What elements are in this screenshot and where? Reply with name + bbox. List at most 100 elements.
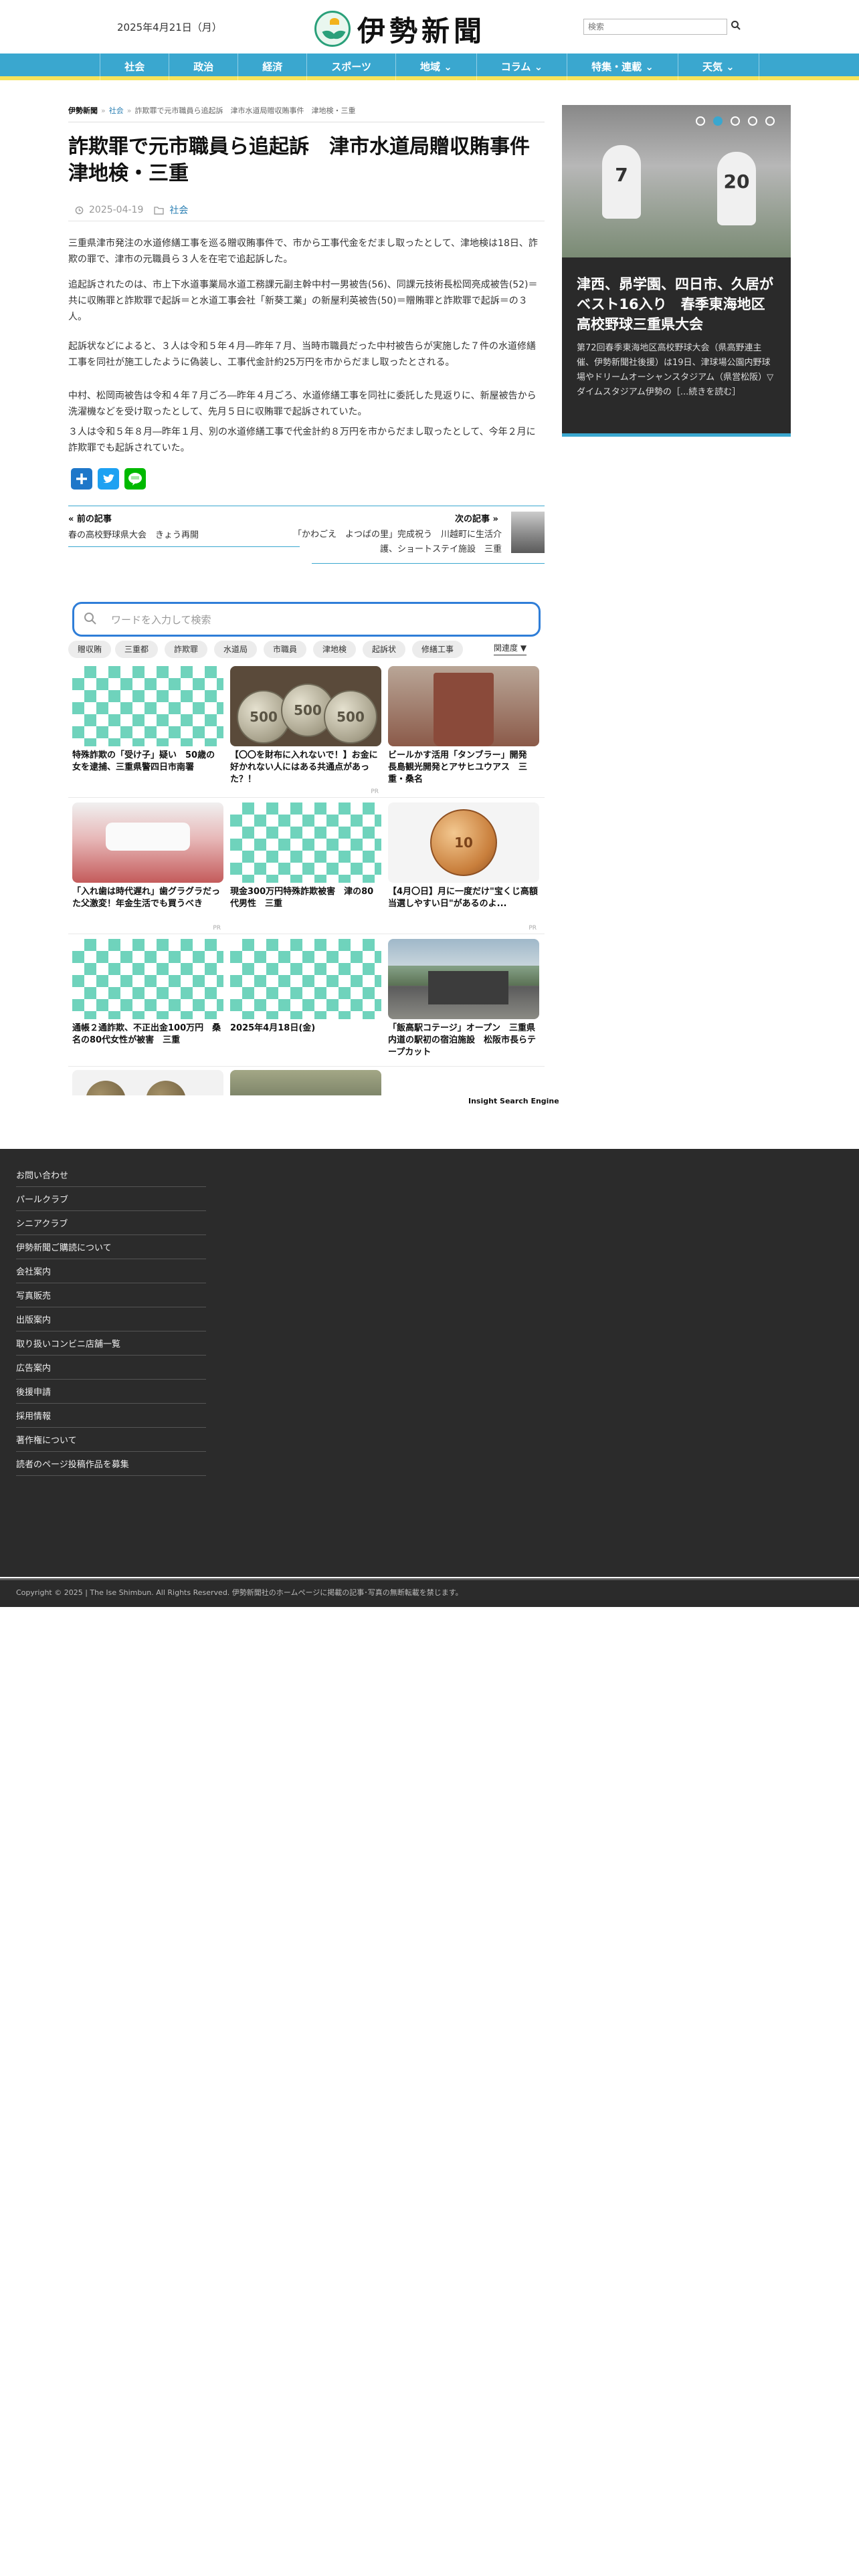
tag-chip[interactable]: 起訴状 xyxy=(363,641,406,658)
result-title: 特殊詐欺の「受け子」疑い 50歳の女を逮捕、三重県警四日市南署 xyxy=(72,750,215,772)
sponsor-label: PR xyxy=(529,925,537,932)
result-title: 現金300万円特殊詐欺被害 津の80代男性 三重 xyxy=(230,887,374,909)
result-card[interactable]: 「飯高駅コテージ」オープン 三重県内道の駅初の宿泊施設 松阪市長らテープカット xyxy=(388,939,539,1059)
addtoany-icon[interactable] xyxy=(71,468,92,490)
result-card[interactable]: 現金300万円特殊詐欺被害 津の80代男性 三重 xyxy=(230,802,381,922)
insight-search-engine-credit[interactable]: Insight Search Engine xyxy=(468,1097,559,1105)
search-icon xyxy=(84,613,96,625)
tumbler-image xyxy=(388,666,539,746)
dentures-image xyxy=(72,802,223,883)
date-text: 2025年4月21日（月） xyxy=(117,21,222,33)
sponsor-label: PR xyxy=(213,925,221,932)
tag-chip[interactable]: 贈収賄 xyxy=(68,641,112,658)
clock-icon xyxy=(75,206,84,214)
nav-item-society[interactable]: 社会 xyxy=(100,53,170,80)
coin: 10 xyxy=(430,809,497,876)
nav-item-politics[interactable]: 政治 xyxy=(169,53,239,80)
main-nav: 社会 政治 経済 スポーツ 地域 ⌄ コラム ⌄ 特集・連載 ⌄ 天気 ⌄ xyxy=(0,53,859,80)
coins-image: 500 500 500 xyxy=(230,666,381,746)
slider-dot[interactable] xyxy=(748,116,757,126)
sponsor-label: PR xyxy=(371,788,379,795)
article-title: 詐欺罪で元市職員ら追起訴 津市水道局贈収賄事件 津地検・三重 xyxy=(68,135,550,185)
copyright-text: Copyright © 2025 | The Ise Shimbun. All … xyxy=(16,1588,463,1597)
slider-dot[interactable] xyxy=(696,116,705,126)
tag-chip[interactable]: 市職員 xyxy=(264,641,307,658)
article-date: 2025-04-19 xyxy=(89,205,144,215)
result-card[interactable]: 特殊詐欺の「受け子」疑い 50歳の女を逮捕、三重県警四日市南署 xyxy=(72,666,223,786)
result-thumbnail xyxy=(72,939,223,1019)
article-category-link[interactable]: 社会 xyxy=(169,203,188,217)
footer-link-recruit[interactable]: 採用情報 xyxy=(16,1402,206,1428)
prev-article-link[interactable]: 春の高校野球県大会 きょう再開 xyxy=(68,528,199,540)
footer-link-pearl-club[interactable]: パールクラブ xyxy=(16,1185,206,1211)
sort-dropdown[interactable]: 関連度 ▼ xyxy=(494,642,527,655)
nav-item-column[interactable]: コラム ⌄ xyxy=(477,53,568,80)
divider xyxy=(68,546,300,547)
breadcrumb-current: 詐欺罪で元市職員ら追起訴 津市水道局贈収賄事件 津地検・三重 xyxy=(134,106,356,115)
footer-link-publishing[interactable]: 出版案内 xyxy=(16,1305,206,1331)
breadcrumb: 伊勢新聞» 社会» 詐欺罪で元市職員ら追起訴 津市水道局贈収賄事件 津地検・三重 xyxy=(68,106,356,115)
player-figure: 7 xyxy=(602,145,641,219)
result-card-ad[interactable]: 「入れ歯は時代遅れ」歯グラグラだった父激変！年金生活でも買うべき PR xyxy=(72,802,223,932)
slider-dot[interactable] xyxy=(765,116,775,126)
logo-mark-icon xyxy=(314,11,351,47)
footer-link-contact[interactable]: お問い合わせ xyxy=(16,1161,206,1187)
breadcrumb-home[interactable]: 伊勢新聞 xyxy=(68,106,98,115)
result-title: 「飯高駅コテージ」オープン 三重県内道の駅初の宿泊施設 松阪市長らテープカット xyxy=(388,1023,537,1057)
result-title: 2025年4月18日(金) xyxy=(230,1023,316,1033)
tag-chip[interactable]: 津地検 xyxy=(313,641,357,658)
result-thumbnail-partial[interactable] xyxy=(230,1070,381,1095)
divider xyxy=(312,563,545,564)
nav-item-region[interactable]: 地域 ⌄ xyxy=(396,53,477,80)
line-icon[interactable] xyxy=(124,468,146,490)
footer-link-copyright[interactable]: 著作権について xyxy=(16,1426,206,1452)
breadcrumb-category[interactable]: 社会 xyxy=(109,106,124,115)
tag-chip[interactable]: 修繕工事 xyxy=(412,641,464,658)
tag-chip[interactable]: 三重都 xyxy=(115,641,159,658)
footer-link-company[interactable]: 会社案内 xyxy=(16,1257,206,1283)
divider xyxy=(68,1066,545,1067)
result-thumbnail xyxy=(230,802,381,883)
next-article-thumbnail[interactable] xyxy=(511,512,545,553)
result-card-ad[interactable]: 10 【4月〇日】月に一度だけ"宝くじ高額当選しやすい日"があるのよ... PR xyxy=(388,802,539,932)
footer-link-convenience-stores[interactable]: 取り扱いコンビニ店舗一覧 xyxy=(16,1329,206,1356)
result-thumbnail-partial[interactable] xyxy=(72,1070,223,1095)
result-thumbnail xyxy=(230,939,381,1019)
next-article-link[interactable]: 「かわごえ よつばの里」完成祝う 川越町に生活介護、ショートステイ施設 三重 xyxy=(288,528,502,557)
slider-dot-active[interactable] xyxy=(713,116,723,126)
footer-link-photo-sales[interactable]: 写真販売 xyxy=(16,1281,206,1307)
slider-image[interactable]: 7 20 xyxy=(562,105,791,257)
article-paragraph: 三重県津市発注の水道修繕工事を巡る贈収賄事件で、市から工事代金をだまし取ったとし… xyxy=(68,238,538,265)
divider xyxy=(68,797,545,798)
search-icon[interactable] xyxy=(731,20,741,31)
tag-chip[interactable]: 詐欺罪 xyxy=(165,641,208,658)
result-title: 【〇〇を財布に入れないで！】お金に好かれない人にはある共通点があった？！ xyxy=(230,750,378,784)
nav-item-weather[interactable]: 天気 ⌄ xyxy=(678,53,759,80)
result-card[interactable]: ビールかす活用「タンブラー」開発 長島観光開発とアサヒユウアス 三重・桑名 xyxy=(388,666,539,786)
result-card[interactable]: 通帳２通詐欺、不正出金100万円 桑名の80代女性が被害 三重 xyxy=(72,939,223,1059)
result-title: 「入れ歯は時代遅れ」歯グラグラだった父激変！年金生活でも買うべき xyxy=(72,887,221,909)
player-figure: 20 xyxy=(717,152,756,225)
article-paragraph: 起訴状などによると、３人は令和５年４月―昨年７月、当時市職員だった中村被告らが実… xyxy=(68,341,537,368)
slider-title[interactable]: 津西、昴学園、四日市、久居がベスト16入り 春季東海地区高校野球三重県大会 xyxy=(577,274,779,334)
footer-link-sponsorship[interactable]: 後援申請 xyxy=(16,1378,206,1404)
insight-search-placeholder[interactable]: ワードを入力して検索 xyxy=(111,613,211,627)
footer-link-reader-submissions[interactable]: 読者のページ投稿作品を募集 xyxy=(16,1450,206,1476)
result-card-ad[interactable]: 500 500 500 【〇〇を財布に入れないで！】お金に好かれない人にはある共… xyxy=(230,666,381,795)
slider-dot[interactable] xyxy=(731,116,740,126)
header-search-input[interactable] xyxy=(583,19,727,35)
site-brand: 伊勢新聞 xyxy=(357,14,486,47)
result-card[interactable]: 2025年4月18日(金) xyxy=(230,939,381,1059)
footer-link-senior-club[interactable]: シニアクラブ xyxy=(16,1209,206,1235)
footer-link-advertising[interactable]: 広告案内 xyxy=(16,1354,206,1380)
nav-item-economy[interactable]: 経済 xyxy=(238,53,308,80)
nav-item-features[interactable]: 特集・連載 ⌄ xyxy=(567,53,678,80)
twitter-icon[interactable] xyxy=(98,468,119,490)
prev-article-label[interactable]: « 前の記事 xyxy=(68,512,112,524)
next-article-label[interactable]: 次の記事 » xyxy=(455,512,498,524)
site-logo[interactable]: 伊勢新聞 xyxy=(314,8,529,49)
nav-item-sports[interactable]: スポーツ xyxy=(307,53,396,80)
tag-chip[interactable]: 水道局 xyxy=(214,641,258,658)
result-title: ビールかす活用「タンブラー」開発 長島観光開発とアサヒユウアス 三重・桑名 xyxy=(388,750,536,784)
footer-link-subscription[interactable]: 伊勢新聞ご購読について xyxy=(16,1233,206,1259)
